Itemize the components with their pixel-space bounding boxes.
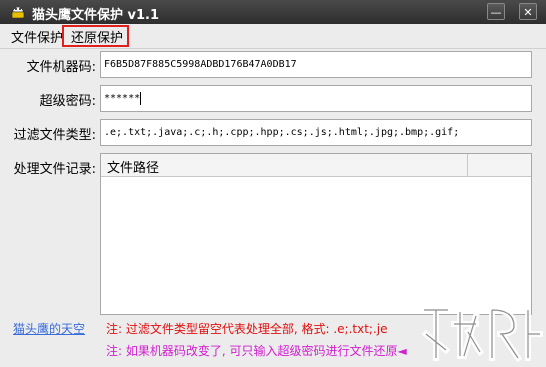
close-button[interactable]: ✕: [519, 3, 537, 20]
column-file-path[interactable]: 文件路径: [107, 157, 159, 176]
machine-code-label: 文件机器码:: [26, 60, 96, 75]
menu-file-protect[interactable]: 文件保护: [11, 27, 63, 46]
super-password-field[interactable]: ******: [100, 85, 532, 112]
text-caret: [140, 91, 142, 105]
minimize-button[interactable]: —: [487, 3, 505, 20]
records-label: 处理文件记录:: [13, 162, 96, 177]
column-separator: [467, 154, 468, 176]
note-machine-code-hint: 注: 如果机器码改变了, 可只输入超级密码进行文件还原◄: [106, 344, 407, 358]
filter-value: .e;.txt;.java;.c;.h;.cpp;.hpp;.cs;.js;.h…: [104, 127, 460, 138]
list-header: 文件路径: [101, 154, 531, 177]
app-icon: [11, 6, 25, 19]
highlight-box: [62, 25, 129, 47]
title-bar: 猫头鹰文件保护 v1.1 — ✕: [0, 0, 546, 24]
super-password-label: 超级密码:: [39, 94, 96, 109]
note-filter-hint: 注: 过滤文件类型留空代表处理全部, 格式: .e;.txt;.je: [106, 322, 388, 336]
site-watermark-logo: [421, 306, 543, 363]
machine-code-value: F6B5D87F885C5998ADBD176B47A0DB17: [104, 59, 297, 70]
machine-code-field[interactable]: F6B5D87F885C5998ADBD176B47A0DB17: [100, 51, 532, 78]
owl-sky-link[interactable]: 猫头鹰的天空: [13, 320, 85, 337]
records-list[interactable]: 文件路径: [100, 153, 532, 315]
filter-field[interactable]: .e;.txt;.java;.c;.h;.cpp;.hpp;.cs;.js;.h…: [100, 119, 532, 146]
window-title: 猫头鹰文件保护 v1.1: [32, 8, 160, 23]
super-password-value: ******: [104, 93, 141, 104]
filter-label: 过滤文件类型:: [13, 128, 96, 143]
